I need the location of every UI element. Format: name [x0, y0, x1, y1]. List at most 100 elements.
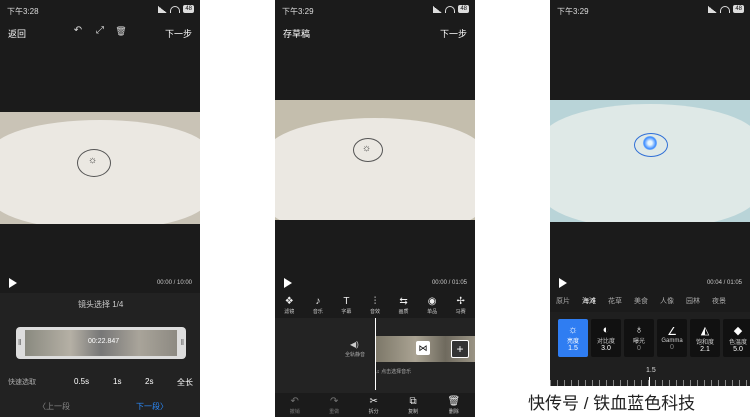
status-time: 下午3:29 — [557, 7, 589, 16]
sun-icon: ☼ — [362, 143, 372, 154]
audio-icon: ⫶ — [373, 296, 377, 307]
adjust-value: 5.0 — [733, 345, 743, 353]
clip-range-selector[interactable]: 00:22.847 ‖ ‖ — [16, 327, 186, 359]
split-button[interactable]: ✂ 拆分 — [369, 396, 379, 415]
add-clip-icon[interactable]: + — [451, 340, 469, 358]
adjust-label: 曝光 — [632, 339, 645, 345]
play-icon[interactable] — [9, 278, 17, 288]
tool-item[interactable]: ◉ 单品 — [427, 296, 437, 315]
adjust-gamma[interactable]: ∠ Gamma 0 — [657, 319, 687, 357]
next-step-button[interactable]: 下一步 — [440, 27, 467, 40]
video-frame — [275, 118, 475, 220]
glow-light — [643, 136, 657, 150]
chevron-left-icon: 〈 — [38, 402, 46, 411]
delete-label: 删除 — [448, 409, 459, 415]
adjust-box: ∠ Gamma 0 — [657, 319, 687, 357]
add-music-track[interactable]: ♫ 点击选择音乐 — [376, 368, 411, 375]
video-preview[interactable]: ☼ — [275, 100, 475, 220]
text-icon: T — [343, 296, 350, 307]
signal-icon — [433, 5, 443, 13]
filter-tab[interactable]: 园林 — [680, 296, 706, 306]
tool-audio[interactable]: ⫶ 音效 — [370, 296, 380, 315]
timecode: 00:00 / 01:05 — [431, 280, 467, 286]
chevron-right-icon: 〉 — [160, 402, 168, 411]
next-segment-button[interactable]: 下一段〉 — [136, 401, 168, 412]
tool-mosaic[interactable]: ✢ 马赛 — [456, 296, 466, 315]
adjust-label: 饱和度 — [695, 339, 714, 346]
undo-icon[interactable]: ↶ — [71, 24, 85, 38]
adjust-saturation[interactable]: ◭ 饱和度 2.1 — [690, 319, 720, 357]
edit-toolbar: ❖ 滤镜 ♪ 音乐 T 字幕 ⫶ 音效 ⇆ 画质 ◉ 单品 ✢ 马赛 — [275, 296, 475, 315]
music-icon: ♪ — [315, 296, 321, 307]
watermark-caption: 快传号 / 铁血蓝色科技 — [528, 394, 696, 413]
undo-icon: ↶ — [290, 396, 299, 407]
delete-button[interactable]: 🗑 删除 — [448, 396, 461, 415]
filter-tabs: 原片 海滩 花草 美食 人像 园林 夜景 — [550, 296, 750, 306]
duration-1s[interactable]: 1s — [113, 377, 121, 386]
color-temp-icon: ◆ — [733, 324, 743, 337]
speaker-icon[interactable]: ◀) — [350, 340, 359, 349]
status-bar: 下午3:29 48 — [550, 0, 750, 20]
video-preview[interactable]: ☼ — [0, 112, 200, 224]
adjust-value: 1.5 — [568, 345, 578, 352]
copy-icon: ⧉ — [409, 396, 417, 407]
adjust-value: 2.1 — [700, 345, 710, 353]
filter-tab[interactable]: 美食 — [628, 296, 654, 306]
phone-screen-adjust: 下午3:29 48 00:04 / 01:05 原片 海滩 花草 美食 人像 园… — [550, 0, 750, 417]
expand-icon[interactable]: ⤢ — [93, 24, 107, 38]
split-label: 拆分 — [368, 409, 379, 415]
adjust-exposure[interactable]: ♁ 曝光 0 — [624, 319, 654, 357]
status-icons: 48 — [158, 5, 194, 13]
copy-button[interactable]: ⧉ 复制 — [408, 396, 418, 415]
exposure-icon: ♁ — [634, 324, 644, 336]
trash-icon[interactable]: 🗑 — [114, 24, 128, 38]
adjust-label: 亮度 — [566, 339, 579, 345]
video-frame — [550, 104, 750, 222]
duration-2s[interactable]: 2s — [145, 377, 153, 386]
sticker-icon: ◉ — [427, 296, 437, 307]
right-handle-icon[interactable]: ‖ — [181, 338, 184, 347]
filter-icon: ❖ — [284, 296, 294, 307]
filter-tab-active[interactable]: 海滩 — [576, 296, 602, 306]
wifi-icon — [170, 5, 181, 13]
status-bar: 下午3:29 48 — [275, 0, 475, 20]
adjust-box: ◐ 对比度 3.0 — [591, 319, 621, 357]
tool-quality[interactable]: ⇆ 画质 — [399, 296, 409, 315]
prev-segment-button[interactable]: 〈上一段 — [38, 401, 70, 412]
save-draft-button[interactable]: 存草稿 — [283, 27, 310, 40]
next-step-button[interactable]: 下一步 — [165, 27, 192, 40]
duration-full[interactable]: 全长 — [177, 377, 193, 388]
undo-button[interactable]: ↶ 撤销 — [290, 396, 300, 415]
saturation-icon: ◭ — [700, 324, 710, 337]
video-preview[interactable] — [550, 100, 750, 222]
filter-tab[interactable]: 人像 — [654, 296, 680, 306]
status-bar: 下午3:28 48 — [0, 0, 200, 20]
adjust-brightness[interactable]: ☼ 亮度 1.5 — [558, 319, 588, 357]
play-icon[interactable] — [559, 278, 567, 288]
tool-filter[interactable]: ❖ 滤镜 — [284, 296, 294, 315]
left-handle-icon[interactable]: ‖ — [18, 338, 21, 347]
tool-label: 音乐 — [312, 309, 323, 315]
tool-label: 音效 — [369, 309, 380, 315]
adjust-color-temp[interactable]: ◆ 色温度 5.0 — [723, 319, 750, 357]
bottom-action-bar: ↶ 撤销 ↷ 重做 ✂ 拆分 ⧉ 复制 🗑 删除 — [275, 396, 475, 415]
redo-button[interactable]: ↷ 重做 — [329, 396, 339, 415]
tool-subtitle[interactable]: T 字幕 — [341, 296, 351, 315]
add-music-label: 点击选择音乐 — [381, 369, 412, 375]
overlay-time: 00:22.847 — [88, 338, 120, 345]
wifi-icon — [720, 5, 731, 13]
clip-select-label: 镜头选择 1/4 — [78, 300, 124, 309]
transition-icon: ⇆ — [399, 296, 408, 307]
duration-0-5s[interactable]: 0.5s — [74, 377, 89, 386]
back-button[interactable]: 返回 — [8, 27, 26, 40]
adjust-contrast[interactable]: ◐ 对比度 3.0 — [591, 319, 621, 357]
filter-tab[interactable]: 夜景 — [706, 296, 732, 306]
filter-tab[interactable]: 花草 — [602, 296, 628, 306]
filter-tab[interactable]: 原片 — [550, 296, 576, 306]
adjust-box: ☼ 亮度 1.5 — [558, 319, 588, 357]
status-time: 下午3:28 — [7, 7, 39, 16]
play-icon[interactable] — [284, 278, 292, 288]
transition-icon[interactable]: ⋈ — [416, 341, 430, 355]
timecode: 00:04 / 01:05 — [706, 280, 742, 286]
tool-music[interactable]: ♪ 音乐 — [313, 296, 323, 315]
